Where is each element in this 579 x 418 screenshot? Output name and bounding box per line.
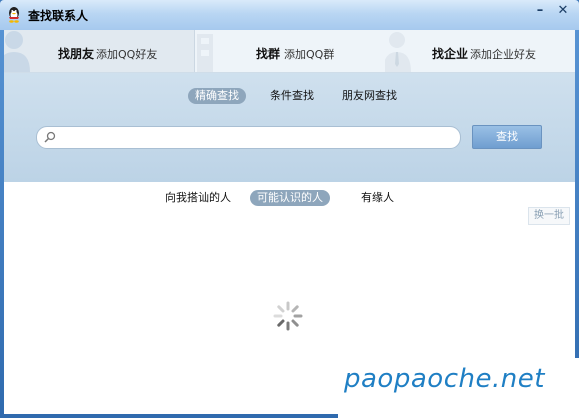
search-icon [44,131,56,143]
tab-find-groups[interactable]: 找群 添加QQ群 [195,30,384,72]
tab-subtitle: 添加QQ群 [284,48,335,61]
watermark-logo: paopaoche.net [338,358,579,418]
tab-subtitle: 添加企业好友 [470,48,536,61]
enterprise-silhouette-icon [385,32,411,72]
window-title: 查找联系人 [28,9,89,23]
mode-condition-search[interactable]: 条件查找 [263,88,321,104]
tab-title: 找企业 [432,47,469,61]
result-tabs: 向我搭讪的人 可能认识的人 有缘人 [4,187,575,209]
search-box[interactable] [36,126,461,149]
tab-subtitle: 添加QQ好友 [96,48,158,61]
close-button[interactable]: ✕ [553,3,573,19]
mode-exact-search[interactable]: 精确查找 [188,88,246,104]
search-button[interactable]: 查找 [472,125,542,149]
person-silhouette-icon [4,31,30,72]
tab-greeted-me[interactable]: 向我搭讪的人 [158,190,238,206]
mode-pengyou-search[interactable]: 朋友网查找 [335,88,404,104]
tab-find-enterprise[interactable]: 找企业 添加企业好友 [385,30,575,72]
tab-title: 找朋友 [58,47,95,61]
search-panel: 精确查找 条件查找 朋友网查找 查找 [4,73,575,182]
main-content: 找朋友 添加QQ好友 找群 添加QQ群 找企业 添加企业好友 精确查找 条件查找… [4,30,575,414]
find-contacts-window: 查找联系人 – ✕ 找朋友 添加QQ好友 找群 添加QQ群 找企业 添加企业好友… [0,0,579,418]
tab-may-know[interactable]: 可能认识的人 [250,190,330,206]
loading-spinner-icon [273,301,303,331]
minimize-button[interactable]: – [530,3,550,19]
qq-penguin-icon [9,7,19,23]
group-silhouette-icon [197,34,213,72]
title-bar[interactable]: 查找联系人 – ✕ [0,0,579,30]
tab-title: 找群 [256,47,281,61]
watermark-text: paopaoche.net [344,364,545,394]
tab-find-friends[interactable]: 找朋友 添加QQ好友 [4,30,195,72]
refresh-batch-button[interactable]: 换一批 [528,207,570,225]
tab-destined-people[interactable]: 有缘人 [354,190,401,206]
search-input[interactable] [59,129,453,147]
category-tabs: 找朋友 添加QQ好友 找群 添加QQ群 找企业 添加企业好友 [4,30,575,73]
